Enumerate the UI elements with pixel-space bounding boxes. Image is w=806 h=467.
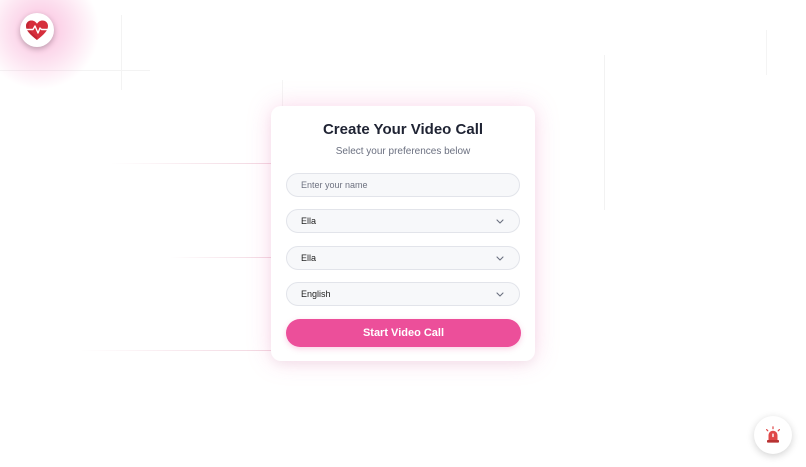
- card-subtitle: Select your preferences below: [335, 146, 471, 157]
- alarm-siren-icon: [765, 426, 780, 443]
- create-call-card: Create Your Video Call Select your prefe…: [271, 106, 535, 361]
- start-video-call-button[interactable]: Start Video Call: [286, 319, 521, 347]
- select-field-2[interactable]: Ella: [286, 246, 520, 270]
- language-select-value: English: [301, 289, 331, 299]
- background-line: [110, 163, 272, 164]
- background-line: [121, 15, 122, 90]
- background-line: [170, 257, 272, 258]
- select-field-1-value: Ella: [301, 216, 317, 226]
- chevron-down-icon: [495, 253, 505, 263]
- page: Create Your Video Call Select your prefe…: [0, 0, 806, 467]
- chevron-down-icon: [495, 216, 505, 226]
- background-line: [766, 30, 767, 75]
- app-logo[interactable]: [20, 13, 54, 47]
- heart-pulse-icon: [26, 20, 48, 40]
- card-title: Create Your Video Call: [322, 121, 484, 138]
- name-input[interactable]: [286, 173, 520, 197]
- logo-glow: [0, 0, 100, 90]
- select-field-2-value: Ella: [301, 253, 317, 263]
- background-line: [604, 55, 605, 210]
- select-field-1[interactable]: Ella: [286, 209, 520, 233]
- language-select[interactable]: English: [286, 282, 520, 306]
- emergency-alarm-button[interactable]: [754, 416, 792, 454]
- chevron-down-icon: [495, 289, 505, 299]
- background-line: [80, 350, 272, 351]
